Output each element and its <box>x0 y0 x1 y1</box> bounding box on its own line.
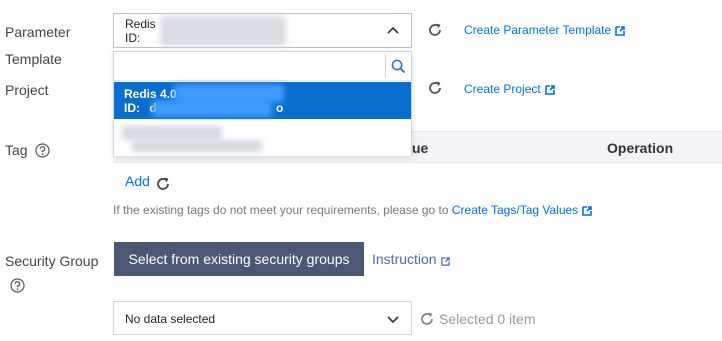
param-template-dropdown: Redis 4.0 ID: d o <box>113 51 412 156</box>
security-group-select-value: No data selected <box>125 312 216 326</box>
dropdown-search-input[interactable] <box>114 52 384 80</box>
create-param-template-link[interactable]: Create Parameter Template <box>464 22 625 37</box>
help-circle-icon[interactable] <box>10 278 25 293</box>
param-template-select[interactable]: Redis ID: <box>113 13 412 48</box>
dropdown-option[interactable] <box>114 120 411 156</box>
security-group-label: Security Group <box>5 253 99 269</box>
masked-value <box>132 140 262 152</box>
tag-header-value-fragment: ue <box>412 140 429 156</box>
param-template-selected-name: Redis <box>125 17 156 31</box>
refresh-icon[interactable] <box>427 80 443 96</box>
instruction-link[interactable]: Instruction <box>372 251 450 267</box>
search-divider <box>385 54 386 78</box>
search-icon[interactable] <box>391 59 406 74</box>
refresh-icon[interactable] <box>419 311 435 327</box>
help-circle-icon[interactable] <box>35 143 51 158</box>
create-tags-link[interactable]: Create Tags/Tag Values <box>452 203 578 217</box>
external-link-icon <box>615 26 625 36</box>
param-template-label: Parameter Template <box>5 22 70 69</box>
param-template-label-line2: Template <box>5 51 62 67</box>
masked-value <box>122 126 222 140</box>
dropdown-search-box <box>114 52 411 81</box>
masked-value <box>152 100 272 117</box>
create-param-template-label: Create Parameter Template <box>464 23 612 37</box>
create-project-link[interactable]: Create Project <box>464 81 555 96</box>
option-active-id-char2: o <box>276 101 284 115</box>
chevron-up-icon <box>387 26 399 34</box>
masked-value <box>160 16 286 46</box>
param-template-selected-id: ID: <box>125 31 141 45</box>
tag-add-link[interactable]: Add <box>125 173 150 189</box>
dropdown-option-active[interactable]: Redis 4.0 ID: d o <box>114 82 411 119</box>
param-template-label-line1: Parameter <box>5 24 71 40</box>
tag-hint-text: If the existing tags do not meet your re… <box>113 203 449 217</box>
option-active-name: Redis 4.0 <box>124 87 177 101</box>
refresh-icon[interactable] <box>427 22 443 38</box>
chevron-down-icon <box>387 316 399 324</box>
tag-hint: If the existing tags do not meet your re… <box>113 203 592 217</box>
external-link-icon <box>440 257 450 266</box>
option-active-id-prefix: ID: <box>124 101 140 115</box>
security-group-select[interactable]: No data selected <box>113 301 412 335</box>
external-link-icon <box>544 85 555 95</box>
instruction-label: Instruction <box>372 251 437 267</box>
selected-count: Selected 0 item <box>439 311 536 327</box>
tag-label-text: Tag <box>5 142 28 158</box>
tag-label: Tag <box>5 140 51 160</box>
project-label: Project <box>5 82 49 98</box>
create-project-label: Create Project <box>464 82 541 96</box>
refresh-icon[interactable] <box>155 176 171 192</box>
select-security-groups-button[interactable]: Select from existing security groups <box>114 242 364 276</box>
tag-header-operation: Operation <box>607 140 674 156</box>
external-link-icon <box>582 206 592 216</box>
